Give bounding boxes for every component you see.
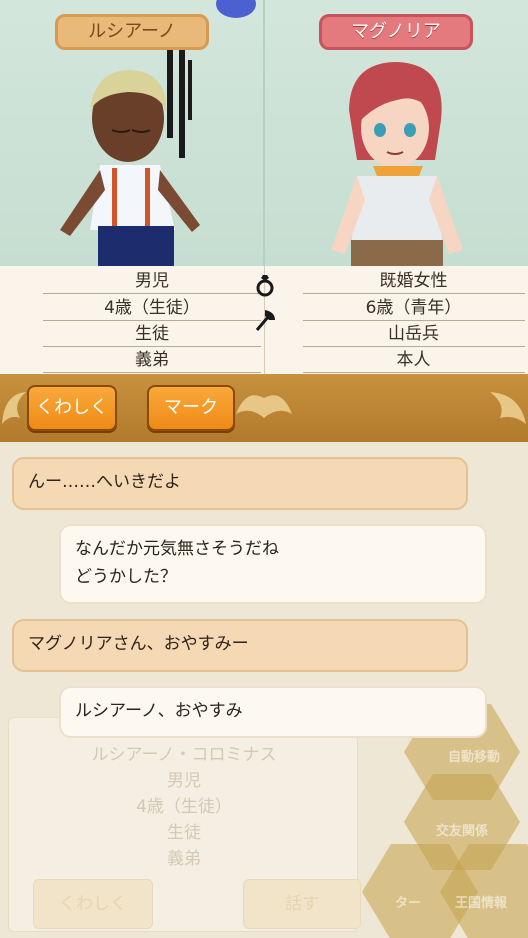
chat-text-2b: どうかした？ xyxy=(75,567,177,587)
ornament-right xyxy=(490,392,526,424)
chat-text-3: マグノリアさん、おやすみー xyxy=(28,634,249,654)
right-name-label: マグノリア xyxy=(351,21,441,42)
faded-fullname: ルシアーノ・コロミナス xyxy=(91,745,277,765)
right-name-badge: マグノリア xyxy=(319,14,473,50)
kingdom-info-label: 王国情報 xyxy=(454,896,507,911)
faded-talk-button: 話す xyxy=(243,879,361,929)
right-info-relation: 本人 xyxy=(302,347,525,373)
info-table: 男児 4歳（生徒） 生徒 義弟 既婚女性 6歳（青年） 山岳兵 本人 xyxy=(0,266,528,374)
mark-button[interactable]: マーク xyxy=(147,385,235,431)
left-character-pane: ルシアーノ xyxy=(0,0,265,266)
right-info-job: 山岳兵 xyxy=(302,321,525,347)
chat-bubble-2: なんだか元気無さそうだね どうかした？ xyxy=(59,524,487,604)
right-info-gender: 既婚女性 xyxy=(302,268,525,294)
auto-move-label: 自動移動 xyxy=(447,750,500,765)
left-info-relation: 義弟 xyxy=(43,347,261,373)
faded-relation: 義弟 xyxy=(167,849,201,869)
friends-label: 交友関係 xyxy=(435,824,488,839)
faded-age: 4歳（生徒） xyxy=(136,797,232,817)
chat-bubble-4: ルシアーノ、おやすみ xyxy=(59,686,487,738)
portrait-area: ルシアーノ マグノリア xyxy=(0,0,528,266)
chat-bubble-1: んー……へいきだよ xyxy=(12,457,468,510)
faded-job: 生徒 xyxy=(167,823,201,843)
right-info-age: 6歳（青年） xyxy=(302,295,525,321)
chat-text-1: んー……へいきだよ xyxy=(28,472,181,492)
ring-icon xyxy=(256,275,273,297)
right-character-pane: マグノリア xyxy=(265,0,528,266)
left-info-job: 生徒 xyxy=(43,321,261,347)
kingdom-info-hex xyxy=(440,844,528,938)
left-info-age: 4歳（生徒） xyxy=(43,295,261,321)
ornament-left xyxy=(2,392,26,424)
details-button[interactable]: くわしく xyxy=(27,385,117,431)
left-name-label: ルシアーノ xyxy=(88,21,176,42)
faded-gender: 男児 xyxy=(167,771,201,791)
faded-details-button: くわしく xyxy=(33,879,153,929)
chat-text-4: ルシアーノ、おやすみ xyxy=(75,701,243,721)
button-bar: くわしく マーク xyxy=(0,374,528,442)
chat-text-2a: なんだか元気無さそうだね xyxy=(75,539,279,559)
left-name-badge: ルシアーノ xyxy=(55,14,209,50)
left-info-gender: 男児 xyxy=(43,268,261,294)
right-info-column: 既婚女性 6歳（青年） 山岳兵 本人 xyxy=(255,266,528,374)
chat-bubble-3: マグノリアさん、おやすみー xyxy=(12,619,468,672)
left-info-column: 男児 4歳（生徒） 生徒 義弟 xyxy=(0,266,265,374)
axe-icon xyxy=(255,310,275,331)
ornament-center xyxy=(236,395,292,418)
